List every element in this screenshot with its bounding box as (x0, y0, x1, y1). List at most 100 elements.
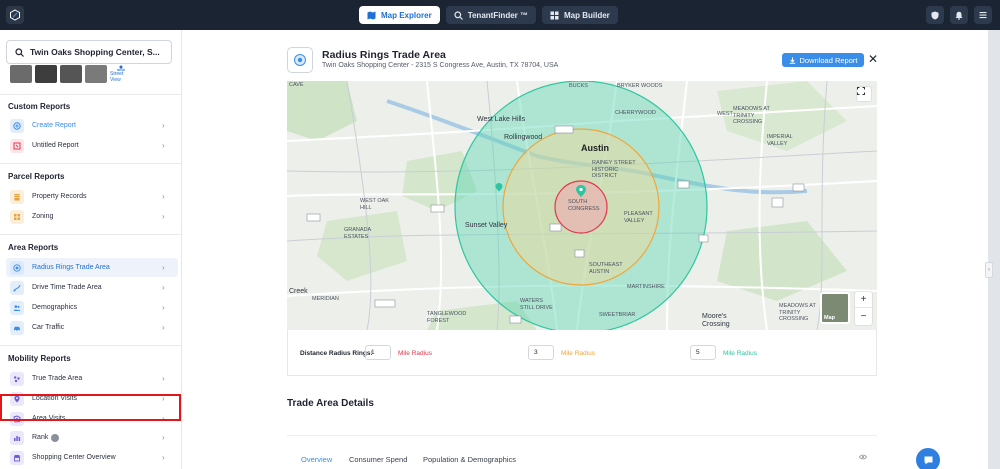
map-label: Cave (289, 82, 304, 88)
radius-3-unit: Mile Radius (723, 350, 757, 357)
divider (0, 94, 181, 95)
download-report-button[interactable]: Download Report (782, 53, 864, 67)
map-label: WATERS STILL DRIVE (520, 298, 553, 311)
chevron-right-icon: › (162, 121, 165, 130)
sidebar-item-property-records[interactable]: Property Records › (6, 187, 178, 206)
section-title-parcel-reports: Parcel Reports (8, 172, 65, 181)
building-icon (10, 189, 24, 204)
search-icon (454, 10, 463, 20)
fullscreen-icon[interactable] (857, 87, 871, 101)
grid-icon (550, 11, 559, 20)
search-value: Twin Oaks Shopping Center, S... (30, 47, 160, 57)
bar-chart-icon (10, 430, 24, 445)
sidebar-item-label: Drive Time Trade Area (32, 284, 102, 291)
map-label: GRANADA ESTATES (344, 227, 371, 240)
sidebar-item-create-report[interactable]: Create Report › (6, 116, 178, 135)
tab-label: Map Builder (563, 10, 610, 20)
shield-icon[interactable] (926, 6, 944, 24)
sidebar-item-untitled-report[interactable]: Untitled Report › (6, 136, 178, 155)
map-label: Sunset Valley (465, 222, 508, 229)
right-edge-panel (988, 30, 1000, 469)
property-photo[interactable] (85, 65, 107, 83)
tab-population-demographics[interactable]: Population & Demographics (423, 455, 516, 464)
map-label: CHERRYWOOD (615, 110, 656, 116)
property-photo[interactable] (60, 65, 82, 83)
radius-1-unit: Mile Radius (398, 350, 432, 357)
map-type-toggle[interactable]: Map (820, 292, 850, 324)
radius-2-input[interactable]: 3 (528, 345, 554, 360)
sidebar-item-drive-time[interactable]: Drive Time Trade Area › (6, 278, 178, 297)
sidebar-item-label: Radius Rings Trade Area (32, 264, 110, 271)
map-label: TANGLEWOOD FOREST (427, 311, 467, 324)
sidebar-item-radius-rings[interactable]: Radius Rings Trade Area › (6, 258, 178, 277)
zoom-out-button[interactable]: − (855, 308, 872, 324)
radius-1-input[interactable]: 1 (365, 345, 391, 360)
tab-tenantfinder[interactable]: TenantFinder ™ (445, 6, 536, 24)
property-photo[interactable] (35, 65, 57, 83)
map-label: WEST OAK HILL (360, 198, 389, 211)
map-view[interactable]: Cave BUCKS BRYKER WOODS WEST West Lake H… (287, 81, 877, 330)
map-label: Austin (581, 143, 609, 153)
sidebar: Twin Oaks Shopping Center, S... Street V… (0, 30, 182, 469)
sidebar-item-car-traffic[interactable]: Car Traffic › (6, 318, 178, 337)
chat-icon (924, 456, 932, 464)
chevron-right-icon: › (162, 323, 165, 332)
chevron-right-icon: › (162, 192, 165, 201)
section-title-area-reports: Area Reports (8, 243, 59, 252)
section-title-custom-reports: Custom Reports (8, 102, 71, 111)
sidebar-item-true-trade-area[interactable]: True Trade Area › (6, 369, 178, 388)
chat-support-button[interactable] (916, 448, 940, 469)
tab-consumer-spend[interactable]: Consumer Spend (349, 455, 407, 464)
bell-icon[interactable] (950, 6, 968, 24)
report-tabs: Overview Consumer Spend Population & Dem… (287, 435, 877, 469)
distance-radius-rings: Distance Radius Rings: 1 Mile Radius 3 M… (287, 330, 877, 376)
plus-circle-icon (10, 118, 24, 133)
map-label: PLEASANT VALLEY (624, 211, 653, 224)
divider (0, 163, 181, 164)
sidebar-item-rank[interactable]: Rank › (6, 428, 178, 447)
sidebar-item-label: True Trade Area (32, 375, 83, 382)
report-address: Twin Oaks Shopping Center - 2315 S Congr… (322, 62, 559, 69)
street-view-button[interactable]: Street View (110, 65, 132, 83)
sidebar-item-label: Property Records (32, 193, 87, 200)
street-view-label: Street View (110, 71, 124, 83)
dots-icon (10, 371, 24, 386)
map-label: Rollingwood (504, 134, 543, 141)
map-label: SOUTHEAST AUSTIN (589, 262, 623, 275)
property-photos: Street View (10, 65, 132, 83)
trade-area-details-title: Trade Area Details (287, 398, 374, 409)
map-label: SOUTH CONGRESS (568, 199, 600, 212)
flag-icon (10, 138, 24, 153)
map-label: IMPERIAL VALLEY (767, 134, 793, 147)
report-panel: Radius Rings Trade Area Twin Oaks Shoppi… (182, 30, 988, 469)
sidebar-item-zoning[interactable]: Zoning › (6, 207, 178, 226)
car-icon (10, 320, 24, 335)
map-label: West Lake Hills (477, 116, 526, 123)
zoom-in-button[interactable]: + (855, 292, 872, 308)
people-icon (10, 300, 24, 315)
map-type-label: Map (824, 315, 835, 321)
sidebar-item-label: Car Traffic (32, 324, 65, 331)
property-photo[interactable] (10, 65, 32, 83)
chevron-right-icon: › (162, 283, 165, 292)
divider (0, 345, 181, 346)
chevron-right-icon: › (162, 141, 165, 150)
map-label: MEADOWS AT TRINITY CROSSING (733, 106, 770, 125)
close-icon[interactable]: ✕ (868, 52, 878, 66)
tab-map-explorer[interactable]: Map Explorer (359, 6, 440, 24)
tab-map-builder[interactable]: Map Builder (541, 6, 618, 24)
eye-icon[interactable] (859, 454, 867, 462)
info-badge-icon (51, 433, 60, 442)
menu-icon[interactable] (974, 6, 992, 24)
collapse-handle-icon[interactable]: ‹ (985, 262, 993, 278)
download-label: Download Report (799, 55, 858, 65)
search-input[interactable]: Twin Oaks Shopping Center, S... (6, 40, 172, 64)
sidebar-item-shopping-center-overview[interactable]: Shopping Center Overview › (6, 448, 178, 467)
tab-overview[interactable]: Overview (301, 455, 332, 464)
sidebar-item-demographics[interactable]: Demographics › (6, 298, 178, 317)
radius-icon (10, 260, 24, 275)
map-label: BRYKER WOODS (617, 83, 663, 89)
radius-3-input[interactable]: 5 (690, 345, 716, 360)
app-logo-icon[interactable] (6, 6, 24, 24)
map-label: MERIDIAN (312, 296, 339, 302)
